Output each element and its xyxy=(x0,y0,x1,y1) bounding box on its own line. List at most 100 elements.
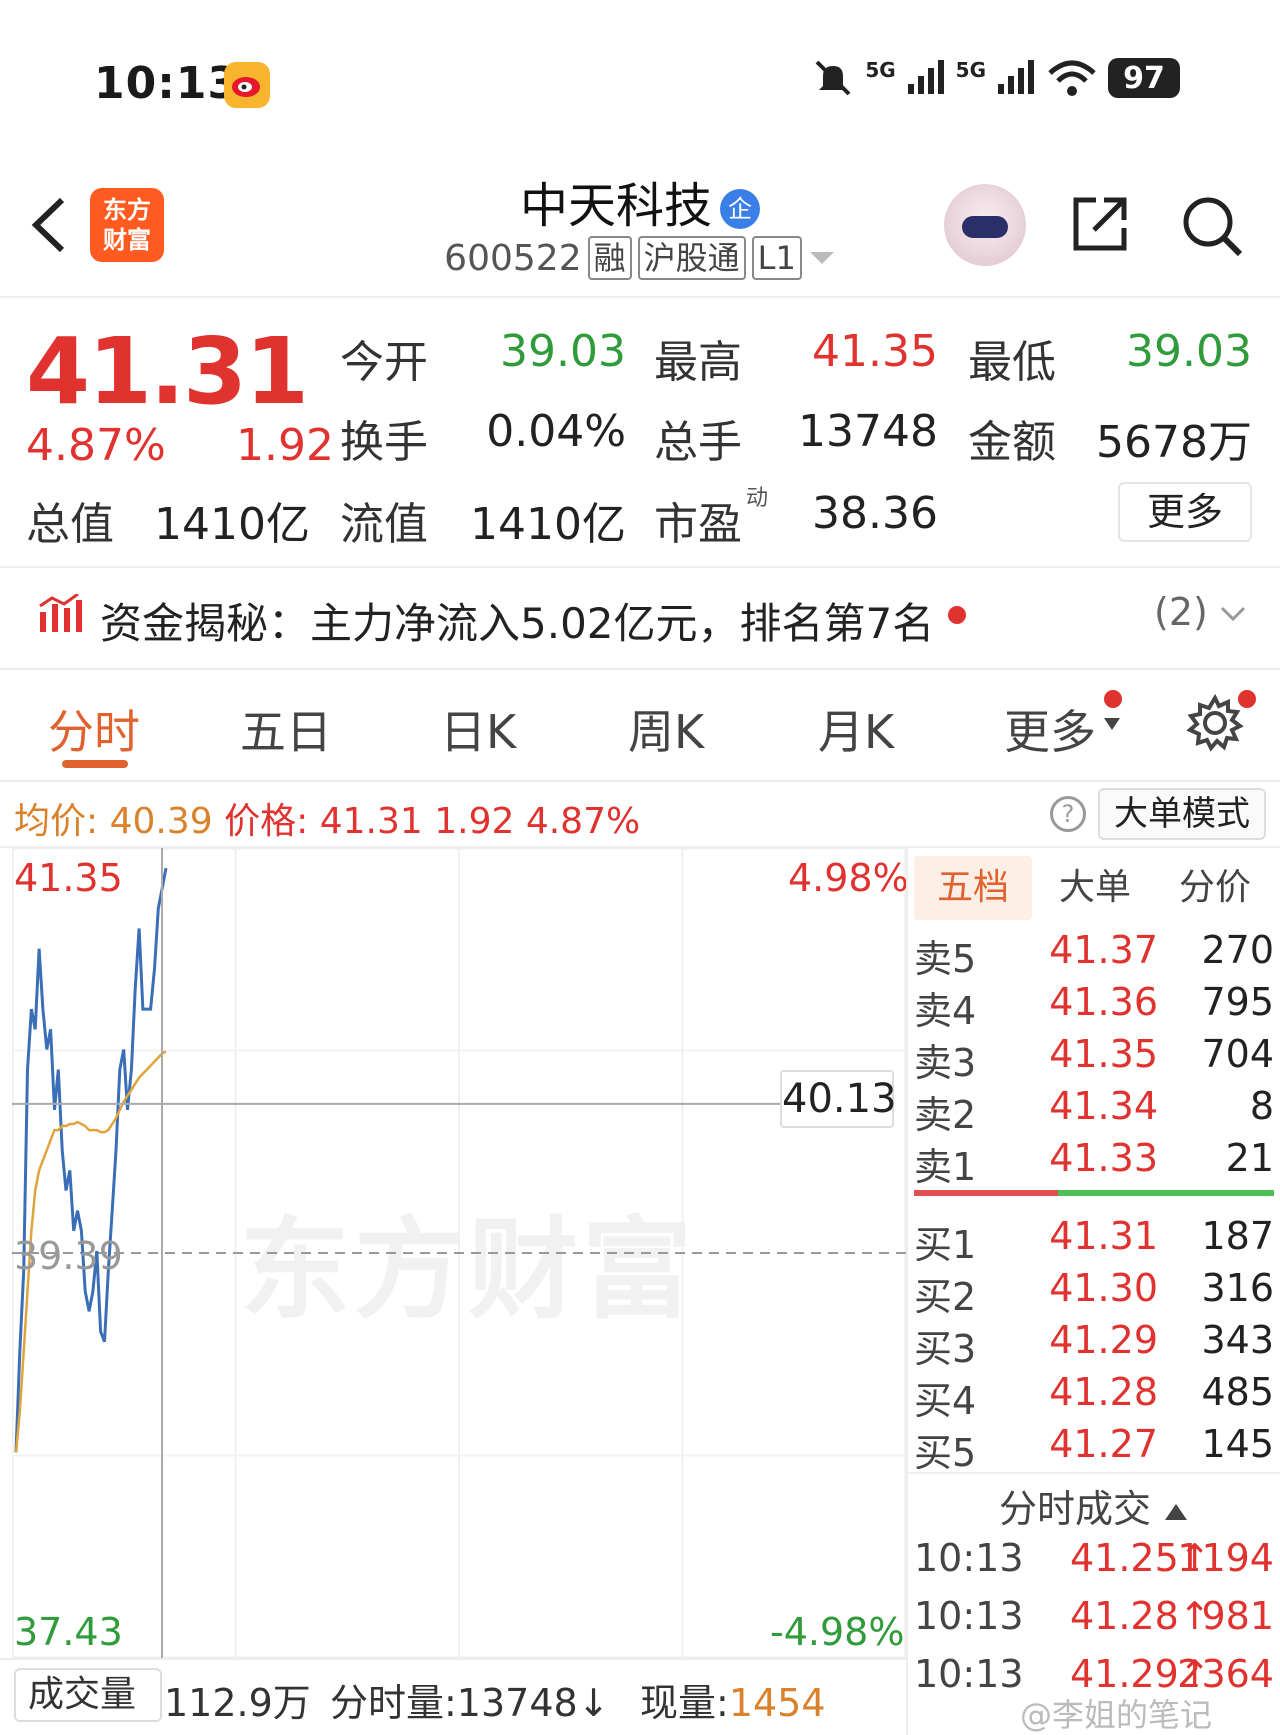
amount-value: 5678万 xyxy=(1096,417,1252,468)
bid-price: 41.28 xyxy=(1049,1370,1158,1414)
tab-more[interactable]: 更多 xyxy=(1004,696,1096,762)
divider xyxy=(0,296,1280,298)
pe-label: 市盈 xyxy=(654,499,742,550)
wifi-icon xyxy=(1048,60,1096,96)
notification-dot xyxy=(1238,690,1256,708)
signal-icon xyxy=(907,60,944,94)
ask-row[interactable]: 卖4 41.36 795 xyxy=(914,980,1274,1033)
tab-monthly-k[interactable]: 月K xyxy=(818,696,894,762)
chevron-down-icon[interactable] xyxy=(1218,604,1248,624)
margin-tag: 融 xyxy=(587,236,632,280)
bid-price: 41.29 xyxy=(1049,1318,1158,1362)
market-cap-value: 1410亿 xyxy=(154,499,310,550)
bid-price: 41.30 xyxy=(1049,1266,1158,1310)
change-value: 1.92 xyxy=(434,801,515,842)
status-time: 10:13 xyxy=(94,58,240,109)
more-quote-button[interactable]: 更多 xyxy=(1118,482,1252,542)
assistant-robot-icon[interactable] xyxy=(944,184,1026,266)
help-icon[interactable]: ? xyxy=(1050,796,1086,832)
ask-price: 41.36 xyxy=(1049,980,1158,1024)
price-value: 41.31 xyxy=(319,801,423,842)
price-label: 价格: xyxy=(224,801,309,842)
last-price: 41.31 xyxy=(26,318,309,425)
ask-level-label: 卖4 xyxy=(914,989,977,1033)
float-cap-value: 1410亿 xyxy=(470,499,626,550)
tab-five-day[interactable]: 五日 xyxy=(240,696,332,762)
intraday-chart-svg xyxy=(12,848,906,1658)
price-line xyxy=(14,867,168,1453)
bid-price: 41.31 xyxy=(1049,1214,1158,1258)
ask-level-label: 卖5 xyxy=(914,937,977,981)
notification-dot xyxy=(1104,690,1122,708)
share-icon[interactable] xyxy=(1068,192,1132,256)
mute-icon xyxy=(815,60,851,96)
total-hands-value: 13748 xyxy=(798,406,938,457)
tab-daily-k[interactable]: 日K xyxy=(440,696,516,762)
gear-icon[interactable] xyxy=(1186,694,1244,752)
high-label: 最高 xyxy=(654,337,742,388)
signal-5g-label: 5G xyxy=(865,58,896,82)
pct-axis-top-label: 4.98% xyxy=(788,856,909,900)
ticks-header-label: 分时成交 xyxy=(998,1487,1151,1531)
current-volume: 现量:1454 xyxy=(640,1672,826,1727)
tab-price-distribution[interactable]: 分价 xyxy=(1156,856,1274,920)
ask-row[interactable]: 卖3 41.35 704 xyxy=(914,1032,1274,1085)
tab-fenshi[interactable]: 分时 xyxy=(48,696,140,762)
bid-volume: 145 xyxy=(1201,1422,1274,1466)
ask-level-label: 卖2 xyxy=(914,1093,977,1137)
signal-5g-label-2: 5G xyxy=(955,58,986,82)
divider xyxy=(0,668,1280,670)
total-hands-label: 总手 xyxy=(654,417,742,468)
notification-dot xyxy=(948,606,966,624)
ticks-header[interactable]: 分时成交 xyxy=(914,1478,1274,1533)
verified-badge-icon: 企 xyxy=(720,189,760,229)
ask-volume: 270 xyxy=(1201,928,1274,972)
dropdown-icon[interactable] xyxy=(808,248,836,268)
bid-volume: 316 xyxy=(1201,1266,1274,1310)
market-cap-label: 总值 xyxy=(26,499,114,550)
low-value: 39.03 xyxy=(1126,326,1252,377)
bid-level-label: 买4 xyxy=(914,1379,977,1423)
bid-row[interactable]: 买3 41.29 343 xyxy=(914,1318,1274,1371)
tab-big-orders[interactable]: 大单 xyxy=(1036,856,1154,920)
divider xyxy=(908,1472,1280,1474)
bid-ask-ratio-bar xyxy=(914,1190,1274,1196)
weibo-icon xyxy=(224,62,270,108)
open-value: 39.03 xyxy=(500,326,626,377)
volume-selector[interactable]: 成交量 ▼ xyxy=(14,1668,162,1722)
volume-selector-label: 成交量 xyxy=(28,1674,137,1715)
big-order-mode-button[interactable]: 大单模式 xyxy=(1098,788,1266,840)
ask-price: 41.37 xyxy=(1049,928,1158,972)
tab-weekly-k[interactable]: 周K xyxy=(628,696,704,762)
bid-level-label: 买2 xyxy=(914,1275,977,1319)
summary-line: 均价: 40.39 价格: 41.31 1.92 4.87% xyxy=(14,792,640,844)
bid-level-label: 买3 xyxy=(914,1327,977,1371)
level-tag: L1 xyxy=(751,236,802,280)
ask-row[interactable]: 卖2 41.34 8 xyxy=(914,1084,1274,1137)
bid-volume: 343 xyxy=(1201,1318,1274,1362)
ask-row[interactable]: 卖1 41.33 21 xyxy=(914,1136,1274,1189)
tick-time: 10:13 xyxy=(914,1536,1024,1580)
bid-row[interactable]: 买5 41.27 145 xyxy=(914,1422,1274,1475)
bid-row[interactable]: 买4 41.28 485 xyxy=(914,1370,1274,1423)
dropdown-icon[interactable] xyxy=(1102,716,1122,732)
bid-price: 41.27 xyxy=(1049,1422,1158,1466)
tab-five-levels[interactable]: 五档 xyxy=(914,856,1032,920)
ask-volume: 704 xyxy=(1201,1032,1274,1076)
bid-row[interactable]: 买1 41.31 187 xyxy=(914,1214,1274,1267)
order-book-tabs: 五档 大单 分价 xyxy=(914,856,1280,920)
low-label: 最低 xyxy=(968,337,1056,388)
tick-volume: 981 xyxy=(1201,1594,1274,1638)
pe-superscript: 动 xyxy=(746,486,769,511)
ask-row[interactable]: 卖5 41.37 270 xyxy=(914,928,1274,981)
pe-value: 38.36 xyxy=(812,488,938,539)
intraday-chart[interactable] xyxy=(12,848,906,1658)
search-icon[interactable] xyxy=(1178,192,1246,260)
corner-watermark: @李姐的笔记 xyxy=(1020,1696,1213,1734)
capital-flow-text: 资金揭秘：主力净流入5.02亿元，排名第7名 xyxy=(100,599,935,648)
triangle-up-icon xyxy=(1165,1504,1188,1520)
bid-row[interactable]: 买2 41.30 316 xyxy=(914,1266,1274,1319)
y-axis-bottom-label: 37.43 xyxy=(14,1610,123,1654)
pct-axis-bottom-label: -4.98% xyxy=(770,1610,905,1654)
abs-change: 1.92 xyxy=(236,420,334,471)
